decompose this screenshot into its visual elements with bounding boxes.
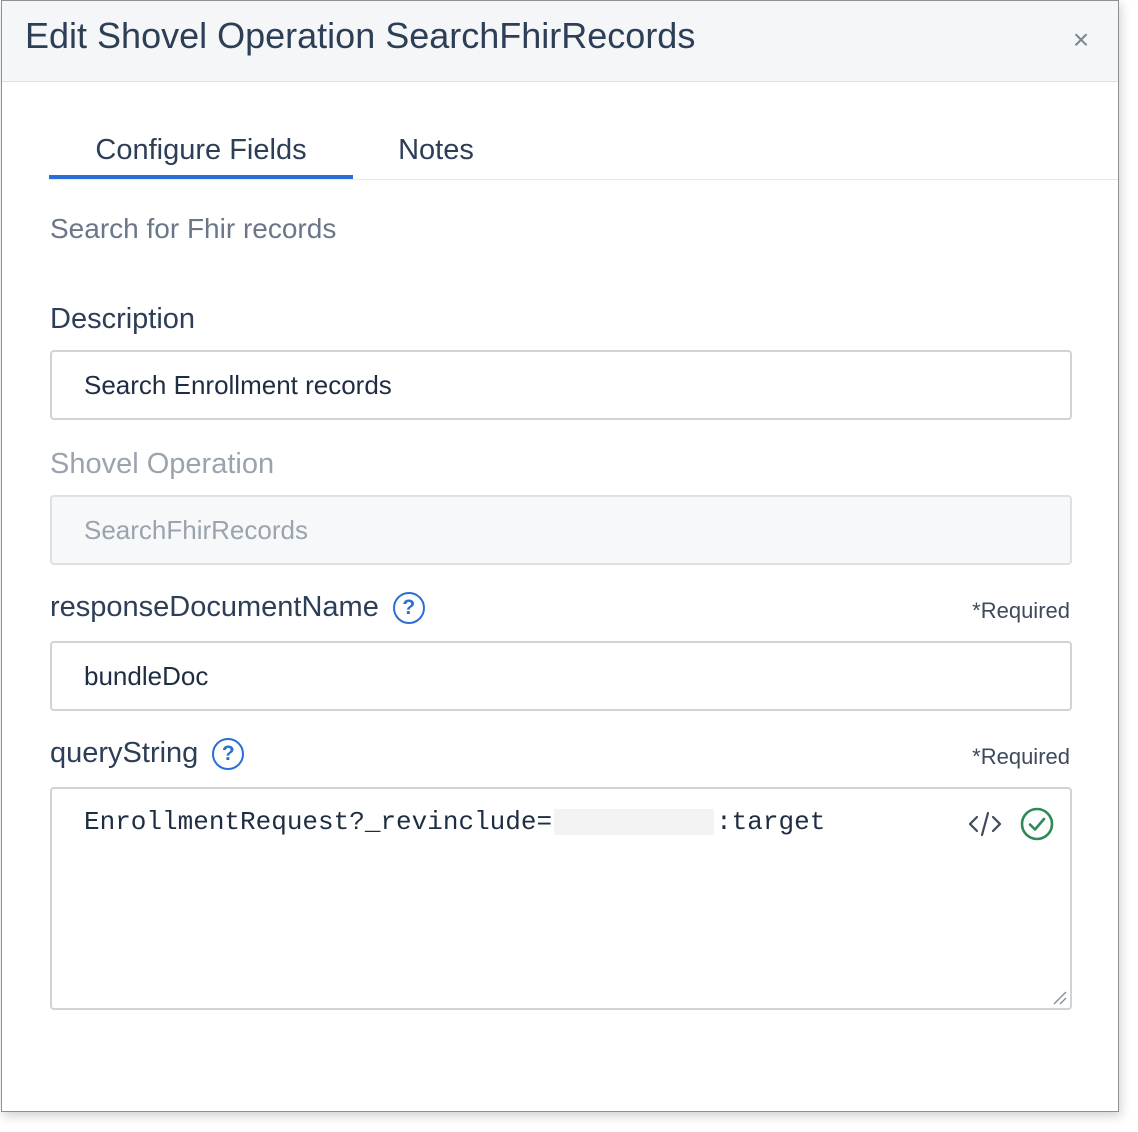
dialog-title: Edit Shovel Operation SearchFhirRecords — [25, 15, 696, 56]
tab-configure-fields[interactable]: Configure Fields — [49, 121, 353, 179]
redacted-region — [554, 809, 715, 836]
tab-notes[interactable]: Notes — [353, 121, 519, 177]
shovel-operation-label-text: Shovel Operation — [50, 448, 275, 480]
query-string-prefix: EnrollmentRequest?_revinclude= — [84, 807, 553, 837]
shovel-operation-field: SearchFhirRecords — [50, 495, 1072, 565]
description-label: Description — [50, 303, 195, 336]
response-document-name-label: responseDocumentName ? — [50, 591, 425, 624]
close-icon[interactable]: × — [1064, 23, 1098, 57]
query-string-label-text: queryString — [50, 737, 199, 769]
response-document-name-label-text: responseDocumentName — [50, 591, 379, 623]
code-icon[interactable] — [968, 809, 1002, 839]
question-circle-icon[interactable]: ? — [212, 737, 245, 770]
query-string-value[interactable]: EnrollmentRequest?_revinclude= :target — [84, 807, 825, 837]
response-document-name-field[interactable]: bundleDoc — [50, 641, 1072, 711]
tab-bar: Configure Fields Notes — [49, 121, 1118, 180]
resize-handle-icon[interactable] — [1051, 989, 1067, 1005]
dialog-header: Edit Shovel Operation SearchFhirRecords … — [2, 1, 1118, 82]
query-string-editor[interactable]: EnrollmentRequest?_revinclude= :target — [50, 787, 1072, 1010]
check-circle-icon — [1020, 807, 1054, 841]
edit-shovel-operation-dialog: Edit Shovel Operation SearchFhirRecords … — [1, 0, 1119, 1112]
required-indicator: *Required — [972, 744, 1070, 769]
description-label-text: Description — [50, 303, 196, 335]
query-string-label: queryString ? — [50, 737, 245, 770]
query-string-suffix: :target — [716, 807, 826, 837]
operation-description-text: Search for Fhir records — [50, 213, 337, 244]
question-circle-icon[interactable]: ? — [392, 591, 425, 624]
description-field[interactable]: Search Enrollment records — [50, 350, 1072, 420]
shovel-operation-label: Shovel Operation — [50, 448, 274, 481]
required-indicator: *Required — [972, 598, 1070, 623]
